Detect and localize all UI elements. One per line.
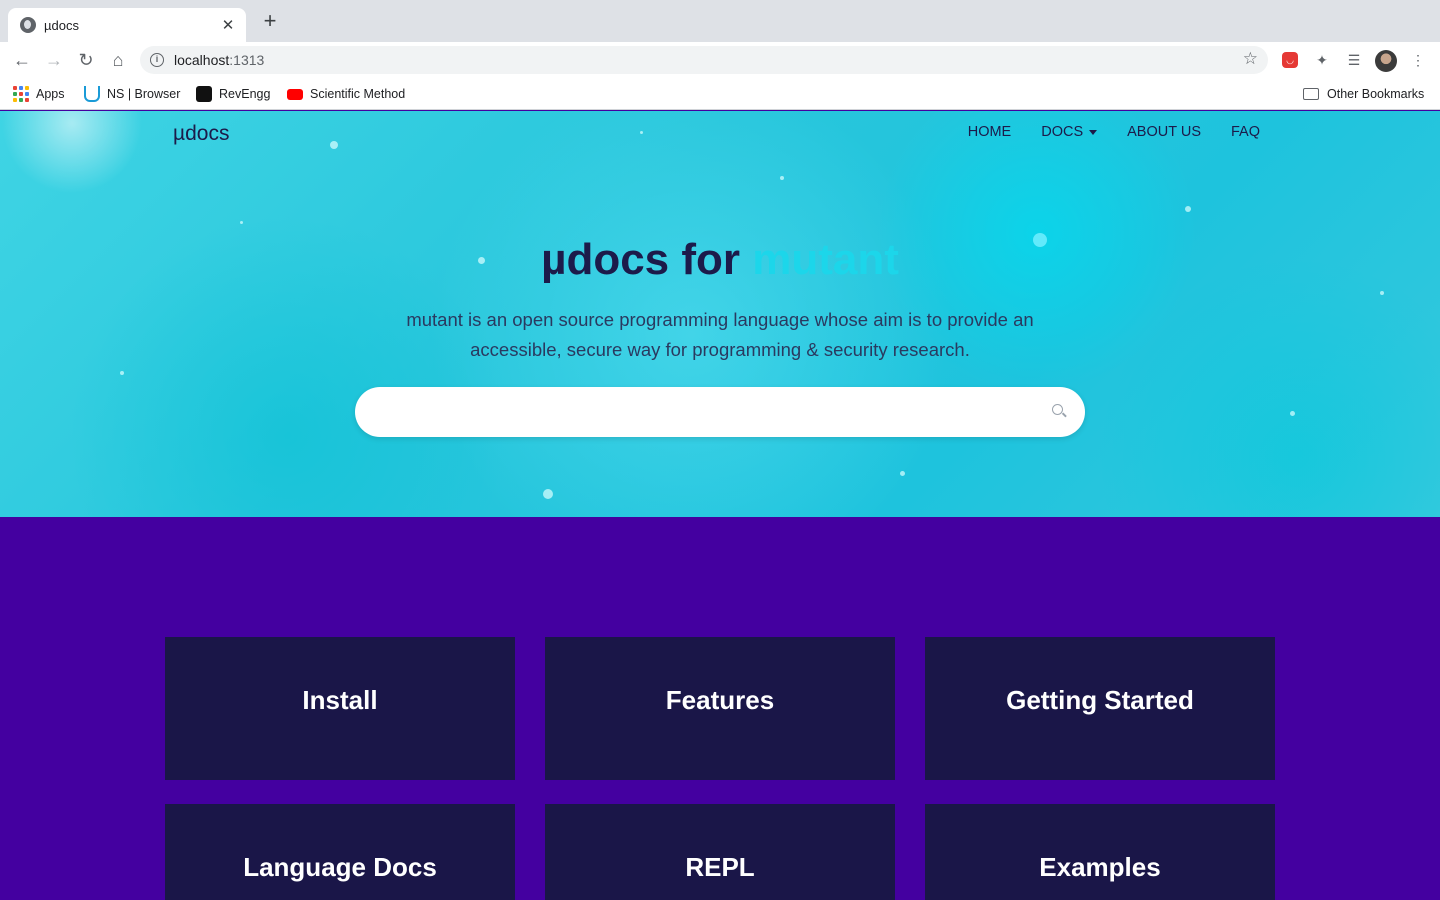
star-dot bbox=[780, 176, 784, 180]
star-dot bbox=[900, 471, 905, 476]
search-bar bbox=[355, 387, 1085, 437]
caret-down-icon bbox=[1089, 129, 1098, 135]
browser-tab[interactable]: µdocs ✕ bbox=[8, 8, 246, 42]
bookmark-apps[interactable]: Apps bbox=[13, 85, 65, 103]
card-install[interactable]: Install bbox=[165, 637, 515, 780]
browser-tab-strip: µdocs ✕ + bbox=[0, 0, 1440, 42]
bookmark-label: Scientific Method bbox=[310, 87, 406, 101]
search-icon[interactable] bbox=[1052, 404, 1063, 415]
extensions-puzzle-icon[interactable]: ✦ bbox=[1312, 50, 1332, 70]
url-text[interactable]: localhost:1313 bbox=[174, 52, 264, 68]
bookmark-label: Apps bbox=[36, 87, 65, 101]
card-language-docs[interactable]: Language Docs bbox=[165, 804, 515, 900]
bookmark-scientific-method[interactable]: Scientific Method bbox=[287, 85, 405, 103]
bookmark-label: NS | Browser bbox=[107, 87, 181, 101]
pocket-extension-icon[interactable]: ◡ bbox=[1282, 52, 1298, 68]
apps-grid-icon bbox=[13, 86, 29, 102]
card-label: Examples bbox=[1039, 852, 1161, 882]
site-logo[interactable]: µdocs bbox=[173, 122, 229, 146]
bookmark-label: Other Bookmarks bbox=[1327, 87, 1425, 101]
hero-subtitle: mutant is an open source programming lan… bbox=[406, 309, 1034, 360]
hero-section: µdocs HOME DOCS ABOUT US FAQ µdocs for m… bbox=[0, 111, 1440, 517]
card-examples[interactable]: Examples bbox=[925, 804, 1275, 900]
star-dot bbox=[240, 221, 243, 224]
card-label: Language Docs bbox=[243, 852, 437, 882]
site-info-icon[interactable]: i bbox=[150, 53, 164, 67]
youtube-icon bbox=[287, 88, 303, 100]
star-dot bbox=[120, 371, 124, 375]
nav-home[interactable]: HOME bbox=[968, 124, 1012, 140]
card-features[interactable]: Features bbox=[545, 637, 895, 780]
star-dot bbox=[330, 141, 338, 149]
card-label: Features bbox=[665, 685, 775, 715]
star-dot bbox=[640, 131, 643, 134]
close-tab-icon[interactable]: ✕ bbox=[220, 16, 236, 34]
udacity-icon bbox=[84, 86, 100, 102]
home-icon[interactable]: ⌂ bbox=[106, 48, 130, 72]
nav-docs-label: DOCS bbox=[1041, 124, 1084, 140]
card-getting-started[interactable]: Getting Started bbox=[925, 637, 1275, 780]
search-input[interactable] bbox=[379, 397, 1019, 427]
nav-docs-dropdown[interactable]: DOCS bbox=[1041, 124, 1098, 140]
hero-title: µdocs for mutant bbox=[0, 235, 1440, 285]
star-dot bbox=[1185, 206, 1191, 212]
star-dot bbox=[1380, 291, 1384, 295]
folder-icon bbox=[1303, 88, 1319, 100]
browser-toolbar: ← → ↻ ⌂ i localhost:1313 ☆ ◡ ✦ ☰ ⋮ bbox=[0, 42, 1440, 78]
hero-title-main: µdocs for bbox=[541, 235, 753, 284]
reload-icon[interactable]: ↻ bbox=[74, 48, 98, 72]
star-dot bbox=[1290, 411, 1295, 416]
card-label: Install bbox=[302, 685, 378, 715]
bookmark-revengg[interactable]: RevEngg bbox=[196, 85, 270, 103]
media-playlist-icon[interactable]: ☰ bbox=[1344, 50, 1364, 70]
main-nav: HOME DOCS ABOUT US FAQ bbox=[968, 124, 1260, 140]
new-tab-button[interactable]: + bbox=[258, 10, 282, 34]
bookmark-other[interactable]: Other Bookmarks bbox=[1303, 85, 1424, 103]
forward-arrow-icon[interactable]: → bbox=[42, 48, 66, 72]
globe-icon bbox=[20, 17, 36, 33]
nav-about-us[interactable]: ABOUT US bbox=[1127, 124, 1201, 140]
star-dot bbox=[543, 489, 553, 499]
kebab-menu-icon[interactable]: ⋮ bbox=[1408, 50, 1428, 70]
hero-title-accent: mutant bbox=[752, 235, 899, 284]
address-bar[interactable]: i localhost:1313 ☆ bbox=[140, 46, 1268, 74]
bookmark-label: RevEngg bbox=[219, 87, 271, 101]
profile-avatar[interactable] bbox=[1375, 50, 1397, 72]
card-repl[interactable]: REPL bbox=[545, 804, 895, 900]
back-arrow-icon[interactable]: ← bbox=[10, 48, 34, 72]
bookmark-ns-browser[interactable]: NS | Browser bbox=[84, 85, 180, 103]
bookmarks-bar: Apps NS | Browser RevEngg Scientific Met… bbox=[0, 78, 1440, 110]
medium-icon bbox=[196, 86, 212, 102]
nav-faq[interactable]: FAQ bbox=[1231, 124, 1260, 140]
tab-title: µdocs bbox=[44, 17, 79, 33]
bookmark-star-icon[interactable]: ☆ bbox=[1243, 49, 1258, 69]
card-label: Getting Started bbox=[1006, 685, 1194, 715]
card-label: REPL bbox=[685, 852, 755, 882]
